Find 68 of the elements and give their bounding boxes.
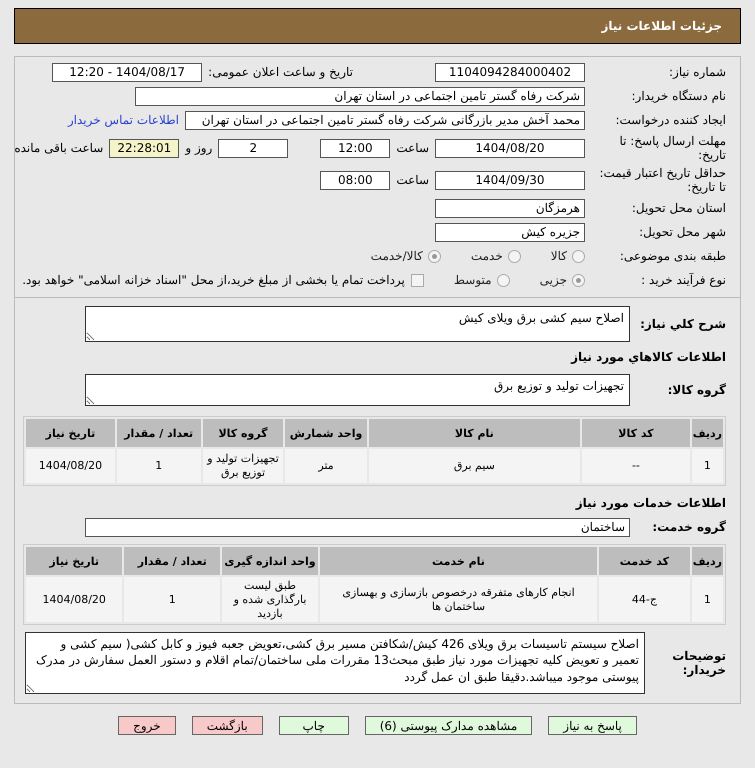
contact-link[interactable]: اطلاعات تماس خریدار <box>68 113 179 127</box>
action-button[interactable]: مشاهده مدارک پیوستی (6) <box>364 716 532 736</box>
field-label: تاریخ و ساعت اعلان عمومی: <box>208 65 353 79</box>
date-field: 1404/09/30 <box>435 170 585 190</box>
column-header: گروه کالا <box>202 419 284 447</box>
countdown-field: 22:28:01 <box>109 138 180 158</box>
column-header: واحد شمارش <box>285 419 367 447</box>
field-label: شهر محل تحویل: <box>638 224 726 240</box>
goods-group-textarea[interactable]: تجهیزات تولید و توزیع برق <box>85 374 630 406</box>
option-label: کالا/خدمت <box>370 249 423 263</box>
time-field: 12:00 <box>320 138 390 158</box>
column-header: تاریخ نیاز <box>26 419 115 447</box>
column-header: نام خدمت <box>320 547 598 575</box>
field-label: مهلت ارسال پاسخ: تا تاریخ: <box>618 134 726 162</box>
action-button[interactable]: خروج <box>118 716 176 736</box>
column-header: ردیف <box>692 419 723 447</box>
table-cell: طبق لیست بارگذاری شده و بازدید <box>222 577 318 622</box>
field-label: ساعت <box>396 141 429 155</box>
table-cell: ج-44 <box>599 577 690 622</box>
field-label: گروه کالا: <box>666 382 726 398</box>
field-label: شرح کلي نياز: <box>639 316 726 332</box>
field-label: توضیحات خریدار: <box>671 648 726 678</box>
table-cell: تجهیزات تولید و توزیع برق <box>202 449 284 483</box>
table-cell: انجام کارهای متفرقه درخصوص بازسازی و بهسازی ساختمان ها <box>320 577 598 622</box>
option-label: کالا <box>550 249 567 263</box>
column-header: کد کالا <box>582 419 690 447</box>
field-label: ساعت باقی مانده <box>14 141 104 155</box>
table-cell: 1 <box>124 577 220 622</box>
field-label: گروه خدمت: <box>651 520 726 534</box>
section-title: اطلاعات کالاهاي مورد نياز <box>570 350 726 364</box>
table-cell: 1404/08/20 <box>26 449 115 483</box>
field-label: استان محل تحویل: <box>630 200 726 216</box>
table-cell: 1 <box>692 577 723 622</box>
section-title: اطلاعات خدمات مورد نياز <box>574 496 726 510</box>
table-cell: 1404/08/20 <box>26 577 122 622</box>
notes-textarea[interactable]: اصلاح سیستم تاسیسات برق ویلای 426 کیش/شکافتن مسیر برق کشی،تعویض جعبه فیوز و کابل کشی( سیم کشی و تعمیر و تعویض کلیه تجهیزات مورد نیاز طبق مبحث13 مقررات ملی ساختمان/تمام اقلام و دستور العمل سفارش در مدرک پیوستی موجود میباشد.دقیقا طبق ان عمل گردد <box>25 632 645 694</box>
field-label: نام دستگاه خریدار: <box>630 88 726 104</box>
days-field: 2 <box>218 138 288 158</box>
field-label: حداقل تاریخ اعتبار قیمت: تا تاریخ: <box>598 166 726 194</box>
column-header: تعداد / مقدار <box>124 547 220 575</box>
field-label: شماره نیاز: <box>668 64 726 80</box>
option-label: جزیی <box>540 273 567 287</box>
table-cell: 1 <box>116 449 201 483</box>
page-title: جزئیات اطلاعات نیاز <box>601 19 722 33</box>
option-label: متوسط <box>454 273 492 287</box>
column-header: کد خدمت <box>599 547 690 575</box>
column-header: واحد اندازه گیری <box>222 547 318 575</box>
action-button[interactable]: بازگشت <box>192 716 263 736</box>
checkbox-label: پرداخت تمام یا بخشی از مبلغ خرید،از محل "اسناد خزانه اسلامی" خواهد بود. <box>22 273 405 287</box>
column-header: نام کالا <box>368 419 580 447</box>
table-cell: متر <box>285 449 367 483</box>
date-field: 1404/08/20 <box>435 138 585 158</box>
field-label: ساعت <box>396 173 429 187</box>
table-cell: 1 <box>692 449 723 483</box>
time-field: 08:00 <box>320 170 390 190</box>
field-label: طبقه بندی موضوعی: <box>618 248 726 264</box>
field-label: ایجاد کننده درخواست: <box>614 112 726 128</box>
column-header: ردیف <box>692 547 723 575</box>
option-label: خدمت <box>470 249 503 263</box>
table-cell: سیم برق <box>368 449 580 483</box>
action-button[interactable]: پاسخ به نیاز <box>548 716 637 736</box>
field-label: روز و <box>185 141 212 155</box>
summary-textarea[interactable]: اصلاح سیم کشی برق ویلای کیش <box>85 306 630 342</box>
table-cell: -- <box>582 449 690 483</box>
column-header: تعداد / مقدار <box>116 419 201 447</box>
column-header: تاریخ نیاز <box>26 547 122 575</box>
action-button[interactable]: چاپ <box>278 716 349 736</box>
field-label: نوع فرآیند خرید : <box>640 272 726 288</box>
